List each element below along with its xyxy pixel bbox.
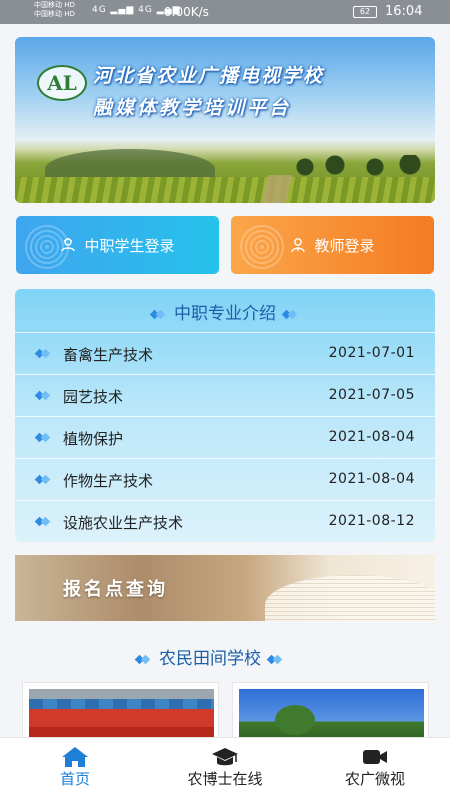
- major-date: 2021-08-04: [328, 471, 415, 487]
- teacher-login-button[interactable]: 教师登录: [231, 216, 434, 274]
- major-date: 2021-08-12: [328, 513, 415, 529]
- major-name: 园艺技术: [63, 388, 124, 406]
- status-bar: 中国移动 HD 中国移动 HD 4G ▂▄▆ 4G ▂▄▆ 0.00K/s 62…: [0, 0, 450, 24]
- signup-location-label: 报名点查询: [63, 579, 168, 600]
- diamond-icon: [135, 655, 153, 664]
- farm-school-photo: [239, 689, 424, 741]
- bullet-icon: [35, 433, 53, 442]
- carrier-1: 中国移动 HD: [34, 1, 75, 9]
- battery-icon: 62: [353, 6, 377, 18]
- major-item[interactable]: 畜禽生产技术 2021-07-01: [15, 332, 435, 374]
- home-icon: [62, 747, 88, 767]
- major-name: 作物生产技术: [63, 472, 154, 490]
- bottom-tab-bar: 首页 农博士在线 农广微视: [0, 737, 450, 800]
- major-item[interactable]: 设施农业生产技术 2021-08-12: [15, 500, 435, 542]
- carrier-2: 中国移动 HD: [34, 10, 75, 18]
- diamond-icon: [150, 310, 168, 319]
- student-login-button[interactable]: 中职学生登录: [16, 216, 219, 274]
- tab-doctor-label: 农博士在线: [187, 770, 263, 788]
- bullet-icon: [35, 391, 53, 400]
- tab-doctor-online[interactable]: 农博士在线: [150, 738, 300, 800]
- banner-title: 河北省农业广播电视学校: [93, 65, 325, 87]
- majors-section-header: 中职专业介绍: [15, 299, 435, 324]
- book-graphic: [265, 575, 435, 621]
- major-name: 植物保护: [63, 430, 124, 448]
- network-speed: 0.00K/s: [164, 5, 209, 19]
- graduation-cap-icon: [212, 748, 238, 766]
- diamond-icon: [267, 655, 285, 664]
- diamond-icon: [282, 310, 300, 319]
- school-logo: AL: [37, 65, 87, 101]
- teacher-login-label: 教师登录: [314, 236, 375, 255]
- major-item[interactable]: 园艺技术 2021-07-05: [15, 374, 435, 416]
- farm-school-title: 农民田间学校: [159, 649, 261, 669]
- majors-title: 中职专业介绍: [174, 304, 276, 324]
- farm-school-card[interactable]: [22, 682, 219, 742]
- student-icon: [61, 237, 76, 252]
- bullet-icon: [35, 475, 53, 484]
- hero-banner[interactable]: AL 河北省农业广播电视学校 融媒体教学培训平台: [15, 37, 435, 203]
- majors-section: 中职专业介绍 畜禽生产技术 2021-07-01 园艺技术 2021-07-05…: [15, 289, 435, 542]
- tab-video-label: 农广微视: [344, 770, 405, 788]
- bullet-icon: [35, 349, 53, 358]
- video-camera-icon: [363, 750, 387, 764]
- farm-school-card[interactable]: [232, 682, 429, 742]
- teacher-icon: [291, 238, 306, 253]
- banner-subtitle: 融媒体教学培训平台: [93, 97, 292, 119]
- carrier-info: 中国移动 HD 中国移动 HD: [34, 1, 75, 19]
- trees-graphic: [295, 155, 435, 177]
- tab-home[interactable]: 首页: [0, 738, 150, 800]
- major-item[interactable]: 植物保护 2021-08-04: [15, 416, 435, 458]
- major-date: 2021-07-05: [328, 387, 415, 403]
- tab-home-label: 首页: [59, 770, 90, 788]
- major-date: 2021-07-01: [328, 345, 415, 361]
- tab-micro-video[interactable]: 农广微视: [300, 738, 450, 800]
- signup-location-banner[interactable]: 报名点查询: [15, 555, 435, 621]
- clock: 16:04: [385, 4, 423, 19]
- field-graphic: [15, 177, 435, 203]
- major-date: 2021-08-04: [328, 429, 415, 445]
- major-item[interactable]: 作物生产技术 2021-08-04: [15, 458, 435, 500]
- farm-school-header: 农民田间学校: [0, 644, 420, 669]
- major-name: 设施农业生产技术: [63, 514, 184, 532]
- major-name: 畜禽生产技术: [63, 346, 154, 364]
- student-login-label: 中职学生登录: [84, 236, 175, 255]
- bullet-icon: [35, 517, 53, 526]
- farm-school-photo: [29, 689, 214, 741]
